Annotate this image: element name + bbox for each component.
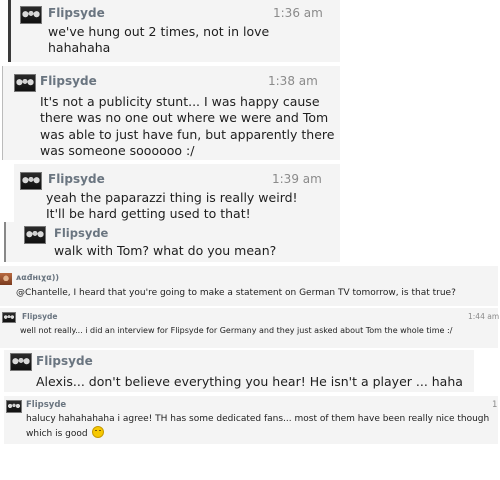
avatar: [6, 400, 22, 413]
message-text: well not really... i did an interview fo…: [20, 326, 453, 335]
message-text: Alexis... don't believe everything you h…: [36, 374, 463, 389]
avatar: [20, 6, 42, 24]
smiley-emoji-icon: [92, 425, 105, 438]
message-text: we've hung out 2 times, not in love haha…: [48, 24, 270, 56]
chat-message: Flipsyde 1:39 am yeah the paparazzi thin…: [14, 164, 340, 222]
message-text: halucy hahahahaha i agree! TH has some d…: [26, 413, 496, 440]
sender-name: Flipsyde: [48, 6, 105, 20]
message-text: walk with Tom? what do you mean?: [54, 243, 277, 258]
message-time: 1:38 am: [268, 74, 318, 88]
sender-name: Flipsyde: [54, 226, 109, 240]
avatar: [10, 353, 32, 371]
message-time: 1: [492, 400, 498, 410]
chat-message: Flipsyde 1 halucy hahahahaha i agree! TH…: [4, 396, 498, 444]
avatar: [20, 172, 42, 190]
avatar: [2, 312, 16, 323]
sender-name: Flipsyde: [26, 400, 67, 410]
avatar: [0, 273, 12, 285]
avatar: [14, 74, 36, 92]
sender-name: Flipsyde: [36, 354, 93, 368]
chat-message: Flipsyde walk with Tom? what do you mean…: [4, 222, 340, 262]
chat-message: ᴀαđнιχα)) @Chantelle, I heard that you'r…: [0, 266, 498, 306]
message-text: @Chantelle, I heard that you're going to…: [16, 288, 456, 298]
message-left-border: [8, 0, 11, 62]
sender-name: Flipsyde: [48, 172, 105, 186]
sender-name: Flipsyde: [22, 312, 58, 321]
message-time: 1:39 am: [272, 172, 322, 186]
chat-message: Flipsyde 1:44 am well not really... i di…: [0, 308, 500, 348]
message-text: It's not a publicity stunt... I was happ…: [40, 94, 335, 158]
message-left-border: [2, 66, 3, 160]
message-text: yeah the paparazzi thing is really weird…: [46, 190, 298, 222]
message-time: 1:36 am: [273, 6, 323, 20]
message-time: 1:44 am: [468, 312, 500, 321]
chat-message: Flipsyde 1:36 am we've hung out 2 times,…: [8, 0, 340, 62]
chat-message: Flipsyde Alexis... don't believe everyth…: [4, 350, 474, 392]
sender-name: ᴀαđнιχα)): [16, 273, 60, 282]
chat-message: Flipsyde 1:38 am It's not a publicity st…: [2, 66, 340, 160]
avatar: [24, 226, 46, 244]
sender-name: Flipsyde: [40, 74, 97, 88]
message-left-border: [4, 222, 6, 262]
